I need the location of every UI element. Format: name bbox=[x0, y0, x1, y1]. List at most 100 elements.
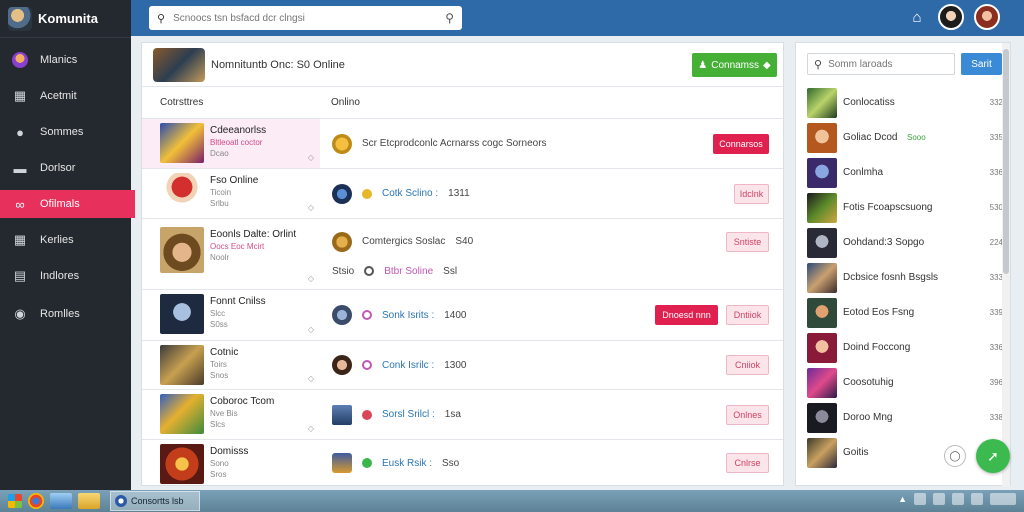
top-search[interactable]: ⚲ ⚲ bbox=[149, 6, 462, 30]
friend-count: 335 bbox=[989, 133, 1003, 142]
column-header-contacts: Cotrsttres bbox=[160, 97, 204, 108]
row-secondary-button[interactable]: Dntiiok bbox=[726, 305, 769, 325]
table-row[interactable]: Coboroc Tcom Nve Bis Slcs ◇ Sorsl Srilcl… bbox=[142, 390, 783, 440]
row-info: Cotnic Toirs Snos ◇ bbox=[142, 341, 320, 389]
table-row[interactable]: Fso Online Ticoin Srlbu ◇ Cotk Sclino : … bbox=[142, 169, 783, 219]
friends-search-input[interactable] bbox=[828, 58, 939, 70]
list-item[interactable]: Goliac Dcod Sooo 335 bbox=[807, 120, 1003, 155]
list-item[interactable]: Coosotuhig 396 bbox=[807, 365, 1003, 400]
sidebar-item-6[interactable]: ▦ Kerlies bbox=[0, 226, 131, 254]
sidebar-item-label: Indlores bbox=[40, 270, 80, 282]
game-thumbnail bbox=[160, 294, 204, 334]
sidebar-item-8[interactable]: ◉ Romlles bbox=[0, 300, 131, 328]
list-item[interactable]: Fotis Fcoapscsuong 530 bbox=[807, 190, 1003, 225]
sidebar-item-5[interactable]: ∞ Ofilmals bbox=[0, 190, 135, 218]
connect-button[interactable]: ♟ Connamss ◆ bbox=[692, 53, 777, 77]
table-row[interactable]: Fonnt Cnilss Slcc S0ss ◇ Sonk Isrits : 1… bbox=[142, 290, 783, 341]
network-icon[interactable] bbox=[914, 493, 926, 505]
sidebar-item-label: Ofilmals bbox=[40, 198, 80, 210]
friend-count: 339 bbox=[989, 308, 1003, 317]
scrollbar[interactable] bbox=[1002, 43, 1010, 487]
search-icon: ⚲ bbox=[814, 58, 823, 71]
friend-name: Conlmha bbox=[843, 167, 884, 178]
diamond-icon: ◇ bbox=[307, 153, 314, 162]
friend-thumbnail bbox=[807, 122, 837, 153]
row-count: 1311 bbox=[448, 188, 470, 199]
volume-icon[interactable] bbox=[933, 493, 945, 505]
chat-icon[interactable]: ◯ bbox=[944, 445, 966, 467]
brand[interactable]: Komunita bbox=[0, 0, 131, 38]
row-action-button[interactable]: Dnoesd nnn bbox=[655, 305, 718, 325]
list-item[interactable]: Conlmha 336 bbox=[807, 155, 1003, 190]
grid-icon: ▦ bbox=[13, 232, 27, 247]
list-item[interactable]: Conlocatiss 332 bbox=[807, 85, 1003, 120]
table-row[interactable]: Cotnic Toirs Snos ◇ Conk Isrilc : 1300 C… bbox=[142, 341, 783, 390]
friend-thumbnail bbox=[807, 297, 837, 328]
friend-avatar[interactable] bbox=[974, 4, 1000, 30]
start-icon[interactable] bbox=[8, 494, 22, 508]
search-icon[interactable]: ⚲ bbox=[445, 11, 454, 25]
row-secondary-button[interactable]: Sntiste bbox=[726, 232, 769, 253]
column-headers: Cotrsttres Onlino bbox=[142, 87, 783, 119]
row-title: Fonnt Cnilss bbox=[210, 296, 266, 307]
sidebar-item-label: Romlles bbox=[40, 308, 80, 320]
row-secondary-button[interactable]: Onlnes bbox=[726, 404, 769, 425]
user-avatar[interactable] bbox=[938, 4, 964, 30]
row-subtitle: Sono bbox=[210, 459, 229, 468]
friend-thumbnail bbox=[807, 87, 837, 118]
browser-icon[interactable] bbox=[28, 493, 44, 509]
sidebar-item-7[interactable]: ▤ Indlores bbox=[0, 262, 131, 290]
chevron-up-icon[interactable]: ▲ bbox=[898, 494, 907, 504]
taskbar-active-app[interactable]: Consortts lsb bbox=[110, 491, 200, 511]
sidebar-item-3[interactable]: ● Sommes bbox=[0, 118, 131, 146]
app-icon bbox=[115, 495, 127, 507]
clock-icon[interactable] bbox=[990, 493, 1016, 505]
scrollbar-thumb[interactable] bbox=[1003, 49, 1009, 274]
row-count: Sso bbox=[442, 457, 460, 469]
system-tray: ▲ bbox=[898, 493, 1016, 505]
friends-search-button[interactable]: Sarit bbox=[961, 53, 1002, 75]
row-activity: Conk Isrilc : bbox=[382, 359, 435, 371]
folder-icon[interactable] bbox=[78, 493, 100, 509]
row-secondary-button[interactable]: Cnlrse bbox=[726, 453, 769, 473]
diamond-icon: ◇ bbox=[307, 374, 314, 383]
list-item[interactable]: Oohdand:3 Sopgo 224 bbox=[807, 225, 1003, 260]
friend-count: 333 bbox=[989, 273, 1003, 282]
list-item[interactable]: Goitis bbox=[807, 435, 1003, 470]
row-action-button[interactable]: Connarsos bbox=[713, 133, 769, 154]
home-icon[interactable]: ⌂ bbox=[906, 9, 928, 26]
list-item[interactable]: Doroo Mng 338 bbox=[807, 400, 1003, 435]
list-icon: ▤ bbox=[13, 268, 27, 283]
row-meta: Slcs bbox=[210, 420, 226, 429]
row-secondary-button[interactable]: Idclnk bbox=[734, 183, 769, 204]
sidebar-item-label: Sommes bbox=[40, 126, 84, 138]
bookmark-icon: ▦ bbox=[13, 88, 27, 103]
sidebar-item-1[interactable]: Mlanics bbox=[0, 46, 131, 74]
avatar-icon bbox=[12, 52, 28, 68]
sidebar-item-4[interactable]: ▬ Dorlsor bbox=[0, 154, 131, 182]
explorer-icon[interactable] bbox=[50, 493, 72, 509]
list-item[interactable]: Doind Foccong 336 bbox=[807, 330, 1003, 365]
friend-count: 336 bbox=[989, 168, 1003, 177]
row-meta: Noolr bbox=[210, 253, 230, 262]
friends-search[interactable]: ⚲ bbox=[807, 53, 955, 75]
row-activity: Cotk Sclino : bbox=[382, 188, 439, 199]
list-item[interactable]: Eotod Eos Fsng 339 bbox=[807, 295, 1003, 330]
row-count-secondary: Ssl bbox=[443, 265, 458, 277]
table-row[interactable]: Eoonls Dalte: Orlint Oocs Eoc Mcirt Nool… bbox=[142, 219, 783, 290]
sidebar-item-2[interactable]: ▦ Acetmit bbox=[0, 82, 131, 110]
battery-icon[interactable] bbox=[952, 493, 964, 505]
row-activity-secondary: Btbr Soline bbox=[384, 265, 434, 277]
table-row[interactable]: Cdeeanorlss Bltleoatl coctor Dcao ◇ Scr … bbox=[142, 119, 783, 169]
table-row[interactable]: Domisss Sono Sros Eusk Rsik : Sso Cnlrse bbox=[142, 440, 783, 486]
chat-icon bbox=[362, 458, 372, 468]
shield-icon bbox=[332, 453, 352, 473]
row-secondary-button[interactable]: Cniiok bbox=[726, 355, 769, 375]
main-panel: Nomnituntb Onc: S0 Online ♟ Connamss ◆ C… bbox=[141, 42, 784, 486]
list-item[interactable]: Dcbsice fosnh Bsgsls 333 bbox=[807, 260, 1003, 295]
top-search-input[interactable] bbox=[173, 12, 438, 24]
share-icon[interactable]: ➚ bbox=[976, 439, 1010, 473]
friend-thumbnail bbox=[807, 192, 837, 223]
notification-icon[interactable] bbox=[971, 493, 983, 505]
friend-name: Doind Foccong bbox=[843, 342, 911, 353]
